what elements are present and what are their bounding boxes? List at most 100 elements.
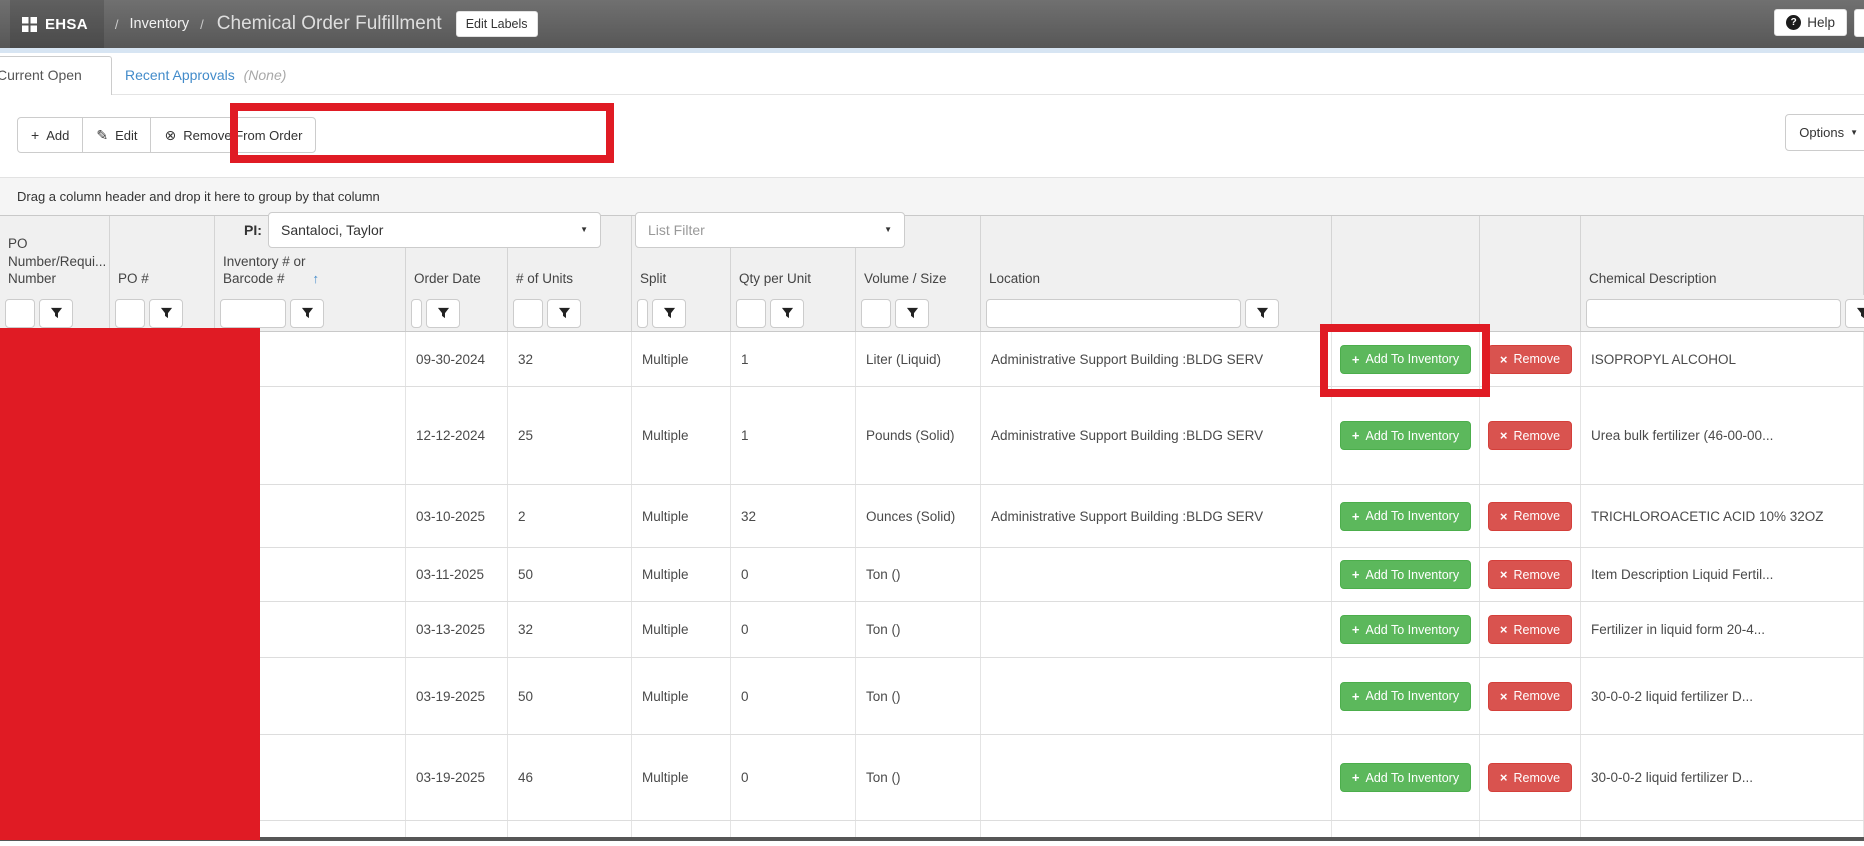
column-header-chemical-description[interactable]: Chemical Description: [1581, 216, 1864, 295]
tab-recent-approvals-label: Recent Approvals: [125, 67, 235, 83]
cell-volume-size: Ton (): [856, 548, 981, 601]
cell-order-date: 03-19-2025: [406, 658, 508, 734]
breadcrumb-inventory[interactable]: Inventory: [130, 16, 190, 32]
table-row[interactable]: 03-13-202532Multiple0Ton ()+Add To Inven…: [0, 602, 1864, 658]
cell-location: [981, 602, 1332, 657]
cell-split: Multiple: [632, 485, 731, 547]
cell-volume-size: Ton (): [856, 735, 981, 820]
list-filter-dropdown[interactable]: List Filter ▼: [635, 212, 905, 248]
volume-size-filter-input[interactable]: [861, 299, 891, 328]
cell-remove-action: ×Remove: [1480, 387, 1581, 484]
cell-chemical-description: 30-0-0-2 liquid fertilizer D...: [1581, 735, 1864, 820]
cell-location: [981, 735, 1332, 820]
remove-button[interactable]: ×Remove: [1488, 682, 1572, 711]
qty-per-unit-filter-input[interactable]: [736, 299, 766, 328]
grid-icon: [22, 17, 37, 32]
edit-button[interactable]: ✎ Edit: [82, 117, 151, 153]
table-row[interactable]: 03-19-202546Multiple0Ton ()+Add To Inven…: [0, 735, 1864, 821]
cell-volume-size: Ton (): [856, 602, 981, 657]
add-button[interactable]: + Add: [17, 117, 83, 153]
table-row[interactable]: 03-10-20252Multiple32Ounces (Solid)Admin…: [0, 485, 1864, 548]
funnel-icon[interactable]: [290, 299, 324, 328]
table-row[interactable]: 09-30-202432Multiple1Liter (Liquid)Admin…: [0, 332, 1864, 387]
split-filter-input[interactable]: [637, 299, 648, 328]
edit-labels-button[interactable]: Edit Labels: [456, 11, 538, 37]
add-to-inventory-button[interactable]: +Add To Inventory: [1340, 763, 1471, 792]
funnel-icon[interactable]: [149, 299, 183, 328]
chemical-description-filter-input[interactable]: [1586, 299, 1841, 328]
cell-add-action: +Add To Inventory: [1332, 735, 1480, 820]
cell-split: Multiple: [632, 548, 731, 601]
funnel-icon[interactable]: [1245, 299, 1279, 328]
column-header-po-number[interactable]: PO #: [110, 216, 215, 295]
button-label: Add To Inventory: [1366, 352, 1460, 366]
app-logo[interactable]: EHSA: [10, 0, 104, 48]
button-label: Remove: [1514, 429, 1561, 443]
x-icon: ×: [1500, 689, 1508, 704]
chemical-order-fulfillment-page: EHSA / Inventory / Chemical Order Fulfil…: [0, 0, 1864, 846]
pi-dropdown[interactable]: Santaloci, Taylor ▼: [268, 212, 601, 248]
cell-order-date: 12-12-2024: [406, 387, 508, 484]
funnel-icon[interactable]: [652, 299, 686, 328]
inventory-barcode-filter-input[interactable]: [220, 299, 286, 328]
cell-chemical-description: Item Description Liquid Fertil...: [1581, 548, 1864, 601]
help-label: Help: [1807, 15, 1835, 30]
tab-bar: Current Open POs Recent Approvals (None): [0, 53, 1864, 95]
table-filter-row: [0, 295, 1864, 332]
cell-remove-action: ×Remove: [1480, 735, 1581, 820]
clipped-toolbar-button[interactable]: [1854, 9, 1864, 37]
remove-button[interactable]: ×Remove: [1488, 615, 1572, 644]
filter-cell-chemical-description: [1581, 295, 1864, 331]
cell-units: 50: [508, 548, 632, 601]
funnel-icon[interactable]: [770, 299, 804, 328]
location-filter-input[interactable]: [986, 299, 1241, 328]
remove-button[interactable]: ×Remove: [1488, 763, 1572, 792]
tab-recent-approvals[interactable]: Recent Approvals (None): [125, 56, 286, 95]
cell-location: Administrative Support Building :BLDG SE…: [981, 332, 1332, 386]
cell-qty-per-unit: 1: [731, 387, 856, 484]
button-label: Remove: [1514, 509, 1561, 523]
add-to-inventory-button[interactable]: +Add To Inventory: [1340, 560, 1471, 589]
cell-location: [981, 658, 1332, 734]
pi-label: PI:: [244, 212, 262, 248]
breadcrumb-separator: /: [115, 17, 119, 32]
tab-current-open-pos[interactable]: Current Open POs: [0, 56, 112, 95]
cell-remove-action: ×Remove: [1480, 332, 1581, 386]
remove-button[interactable]: ×Remove: [1488, 560, 1572, 589]
funnel-icon[interactable]: [426, 299, 460, 328]
remove-button[interactable]: ×Remove: [1488, 502, 1572, 531]
cell-units: 50: [508, 658, 632, 734]
units-filter-input[interactable]: [513, 299, 543, 328]
remove-button[interactable]: ×Remove: [1488, 421, 1572, 450]
cell-chemical-description: TRICHLOROACETIC ACID 10% 32OZ: [1581, 485, 1864, 547]
po-number-filter-input[interactable]: [115, 299, 145, 328]
remove-button[interactable]: ×Remove: [1488, 345, 1572, 374]
table-row[interactable]: 03-11-202550Multiple0Ton ()+Add To Inven…: [0, 548, 1864, 602]
remove-from-order-button[interactable]: ⊗ Remove From Order: [150, 117, 316, 153]
options-button[interactable]: Options ▼: [1785, 114, 1864, 151]
cell-order-date: 09-30-2024: [406, 332, 508, 386]
add-to-inventory-button[interactable]: +Add To Inventory: [1340, 682, 1471, 711]
add-to-inventory-button[interactable]: + Add To Inventory: [1340, 345, 1471, 374]
plus-icon: +: [1352, 352, 1360, 367]
filter-cell-order-date: [406, 295, 508, 331]
funnel-icon[interactable]: [547, 299, 581, 328]
column-header-location[interactable]: Location: [981, 216, 1332, 295]
add-to-inventory-button[interactable]: +Add To Inventory: [1340, 421, 1471, 450]
help-button[interactable]: ? Help: [1774, 9, 1847, 36]
funnel-icon[interactable]: [39, 299, 73, 328]
po-requisition-filter-input[interactable]: [5, 299, 35, 328]
table-row[interactable]: 03-19-202550Multiple0Ton ()+Add To Inven…: [0, 658, 1864, 735]
funnel-icon[interactable]: [1845, 299, 1864, 328]
funnel-icon[interactable]: [895, 299, 929, 328]
cell-order-date: 03-10-2025: [406, 485, 508, 547]
add-to-inventory-button[interactable]: +Add To Inventory: [1340, 502, 1471, 531]
group-by-drop-zone[interactable]: Drag a column header and drop it here to…: [0, 178, 1864, 215]
table-row[interactable]: 12-12-202425Multiple1Pounds (Solid)Admin…: [0, 387, 1864, 485]
cell-chemical-description: 30-0-0-2 liquid fertilizer D...: [1581, 658, 1864, 734]
add-to-inventory-button[interactable]: +Add To Inventory: [1340, 615, 1471, 644]
column-header-po-requisition-number[interactable]: PO Number/Requi... Number: [0, 216, 110, 295]
order-date-filter-input[interactable]: [411, 299, 422, 328]
table-row-partial: [0, 821, 1864, 837]
cell-order-date: 03-19-2025: [406, 735, 508, 820]
